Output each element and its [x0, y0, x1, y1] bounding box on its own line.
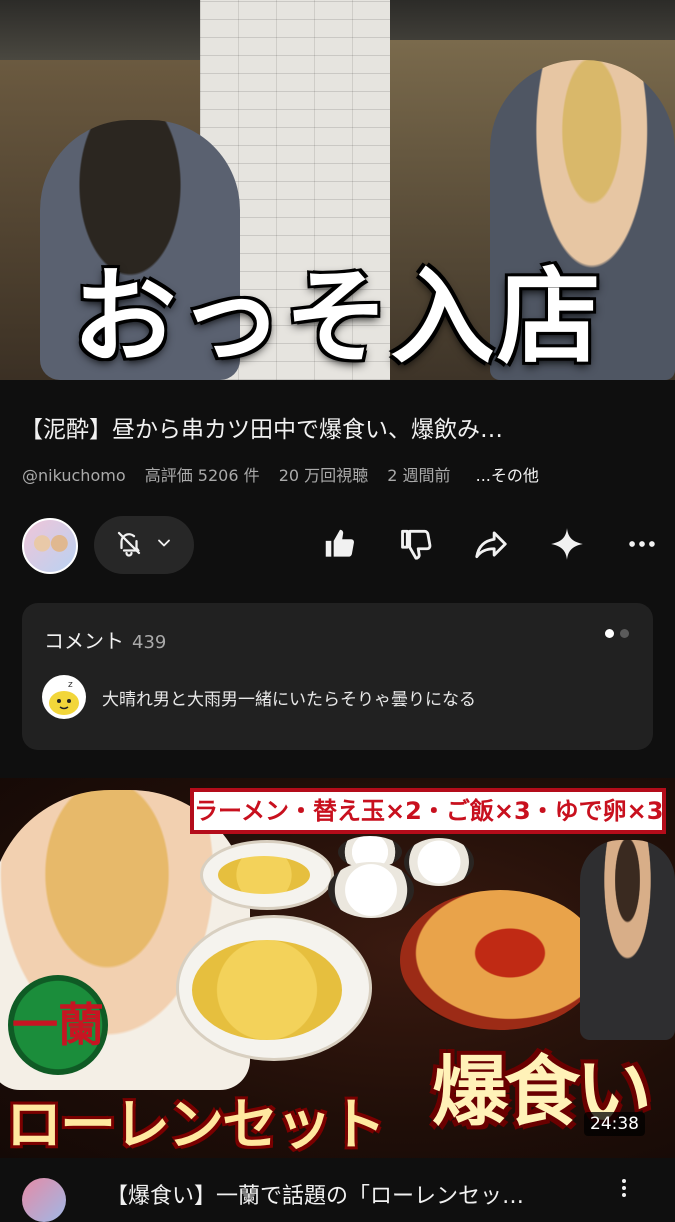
noodles-top	[218, 856, 310, 894]
thumbnail-person-right	[580, 840, 675, 1040]
more-vertical-icon	[612, 1179, 636, 1206]
likes-count: 高評価 5206 件	[144, 466, 260, 485]
video-title[interactable]: 【泥酔】昼から串カツ田中で爆食い、爆飲み…	[20, 410, 660, 444]
thumbs-up-icon	[321, 525, 359, 567]
more-options-button[interactable]	[620, 524, 664, 568]
commenter-avatar: z	[42, 675, 86, 719]
more-link[interactable]: ...その他	[476, 466, 539, 485]
action-bar	[318, 522, 664, 570]
thumbs-down-icon	[397, 525, 435, 567]
views-count: 20 万回視聴	[278, 466, 369, 485]
bell-off-icon	[114, 528, 144, 562]
rice-bowl-3	[328, 862, 414, 918]
video-duration-badge: 24:38	[584, 1112, 645, 1136]
channel-handle[interactable]: @nikuchomo	[22, 466, 126, 485]
rice-bowl-2	[404, 838, 474, 886]
dislike-button[interactable]	[394, 524, 438, 568]
more-horizontal-icon	[625, 527, 659, 565]
comments-count: 439	[132, 632, 167, 653]
sparkle-icon	[548, 525, 586, 567]
comments-card[interactable]: コメント 439 z 大晴れ男と大雨男一緒にいたらそりゃ曇りになる	[22, 603, 653, 750]
svg-text:z: z	[68, 680, 73, 690]
top-comment-text: 大晴れ男と大雨男一緒にいたらそりゃ曇りになる	[102, 690, 476, 710]
share-button[interactable]	[469, 524, 513, 568]
video-player[interactable]: おっそ入店	[0, 0, 675, 380]
noodles-main	[192, 940, 342, 1040]
like-button[interactable]	[318, 524, 362, 568]
carousel-indicator	[605, 629, 629, 638]
next-video-menu-button[interactable]	[612, 1176, 636, 1206]
subscription-bell-button[interactable]	[94, 516, 194, 574]
thumbnail-caption-left: ローレンセット	[6, 1093, 386, 1158]
chevron-down-icon	[154, 533, 174, 557]
comments-label: コメント	[44, 629, 124, 653]
comments-header: コメント 439	[44, 625, 166, 654]
thumbnail-banner: ラーメン・替え玉×2・ご飯×3・ゆで卵×3	[190, 788, 666, 834]
next-video-channel-avatar[interactable]	[22, 1178, 66, 1222]
next-video-title[interactable]: 【爆食い】一蘭で話題の「ローレンセッ…	[106, 1178, 606, 1210]
ichiran-logo: 一蘭	[8, 975, 108, 1075]
share-icon	[472, 525, 510, 567]
upload-age: 2 週間前	[387, 466, 451, 485]
video-caption: おっそ入店	[72, 255, 603, 378]
channel-avatar[interactable]	[22, 518, 78, 574]
video-meta[interactable]: @nikuchomo 高評価 5206 件 20 万回視聴 2 週間前 ...そ…	[22, 462, 652, 486]
remix-button[interactable]	[545, 524, 589, 568]
ramen-bowl	[400, 890, 600, 1030]
